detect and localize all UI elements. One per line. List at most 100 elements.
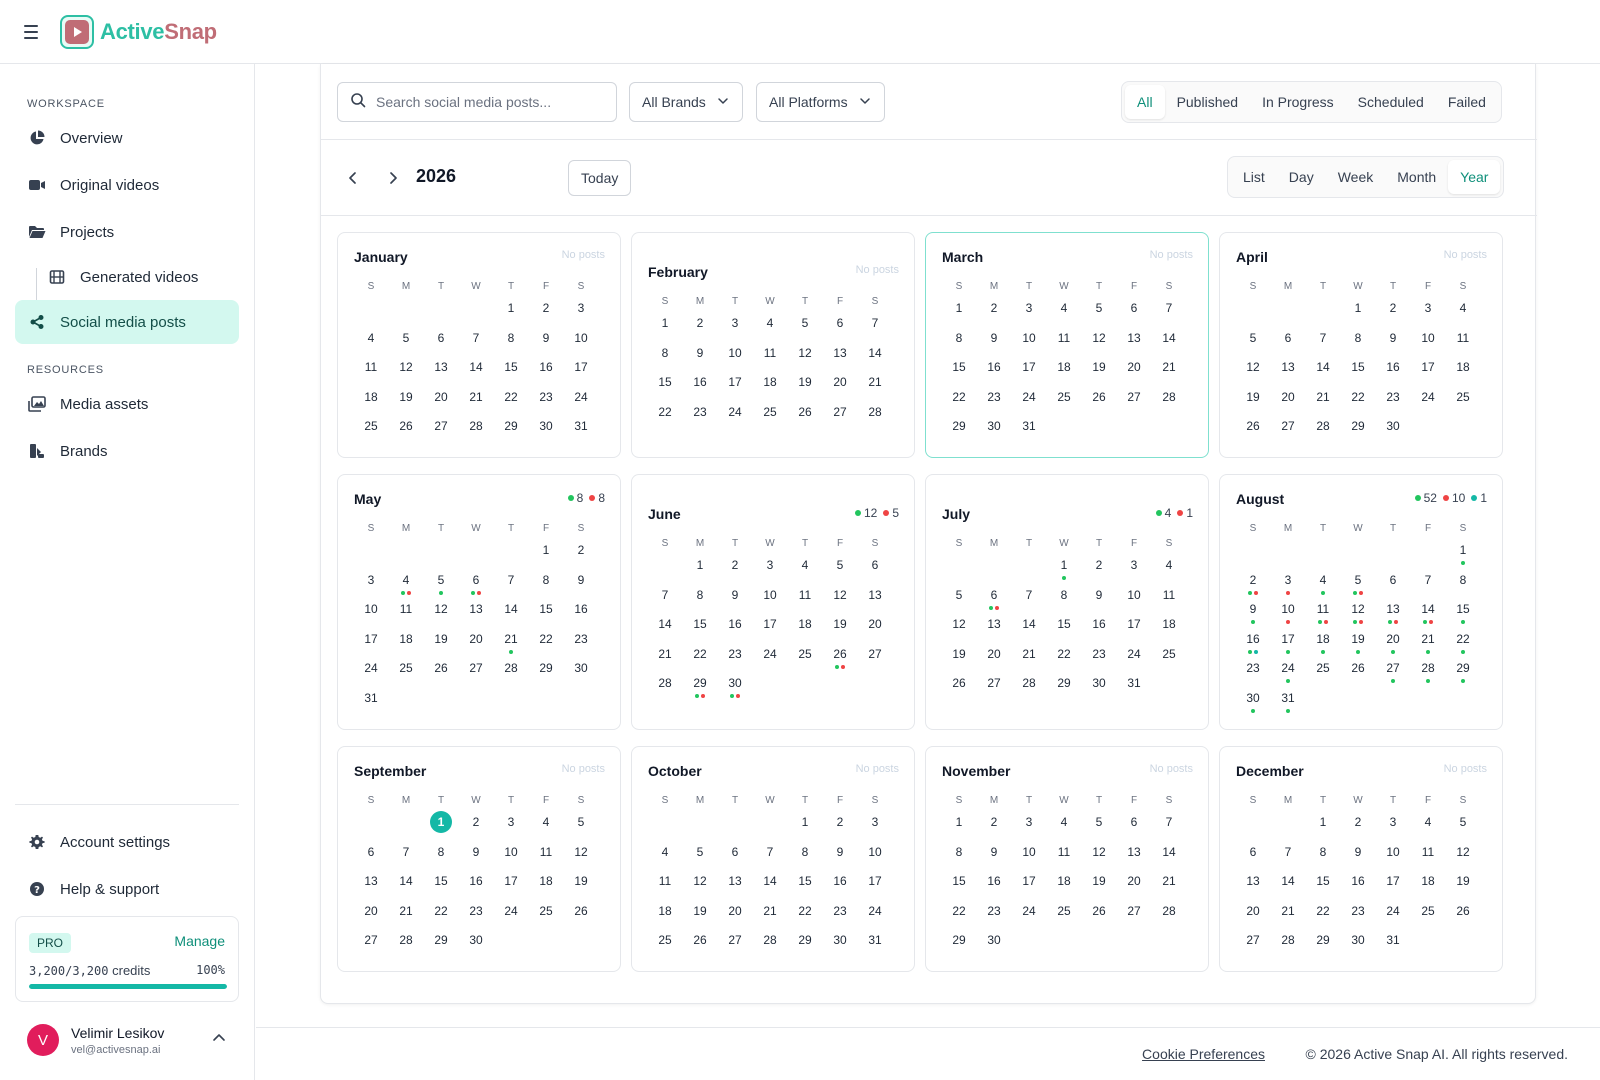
calendar-day[interactable]: 27 xyxy=(1119,900,1149,922)
calendar-day[interactable]: 12 xyxy=(566,841,596,863)
calendar-day[interactable]: 10 xyxy=(356,598,386,620)
calendar-day[interactable]: 9 xyxy=(979,841,1009,863)
calendar-day[interactable]: 22 xyxy=(790,900,820,922)
calendar-day[interactable]: 18 xyxy=(650,900,680,922)
calendar-day[interactable]: 28 xyxy=(860,401,890,423)
calendar-day[interactable]: 4 xyxy=(531,811,561,833)
calendar-day[interactable]: 4 xyxy=(755,312,785,334)
calendar-day[interactable]: 2 xyxy=(566,539,596,561)
calendar-day[interactable]: 7 xyxy=(1014,584,1044,606)
calendar-day[interactable]: 16 xyxy=(566,598,596,620)
calendar-day[interactable]: 10 xyxy=(1014,841,1044,863)
calendar-day[interactable]: 6 xyxy=(1238,841,1268,863)
calendar-day[interactable]: 27 xyxy=(356,929,386,951)
calendar-day[interactable]: 3 xyxy=(1413,297,1443,319)
calendar-day[interactable]: 10 xyxy=(1378,841,1408,863)
calendar-day[interactable]: 22 xyxy=(1308,900,1338,922)
calendar-day[interactable]: 4 xyxy=(356,327,386,349)
sidebar-item-account-settings[interactable]: Account settings xyxy=(15,820,239,864)
calendar-day[interactable]: 23 xyxy=(979,386,1009,408)
calendar-day[interactable]: 6 xyxy=(979,584,1009,610)
calendar-day[interactable]: 6 xyxy=(1273,327,1303,349)
calendar-day[interactable]: 21 xyxy=(391,900,421,922)
calendar-day[interactable]: 11 xyxy=(755,342,785,364)
brand-dropdown[interactable]: All Brands xyxy=(629,82,743,122)
calendar-day[interactable]: 12 xyxy=(426,598,456,620)
calendar-day[interactable]: 2 xyxy=(1084,554,1114,576)
calendar-day[interactable]: 3 xyxy=(720,312,750,334)
calendar-day[interactable]: 23 xyxy=(531,386,561,408)
calendar-day[interactable]: 26 xyxy=(790,401,820,423)
calendar-day[interactable]: 10 xyxy=(1014,327,1044,349)
calendar-day[interactable]: 15 xyxy=(944,356,974,378)
calendar-day[interactable]: 6 xyxy=(461,569,491,595)
calendar-day[interactable]: 14 xyxy=(1308,356,1338,378)
platform-dropdown[interactable]: All Platforms xyxy=(756,82,885,122)
calendar-day[interactable]: 12 xyxy=(1238,356,1268,378)
calendar-day[interactable]: 26 xyxy=(1448,900,1478,922)
calendar-day[interactable]: 24 xyxy=(720,401,750,423)
calendar-day[interactable]: 4 xyxy=(1049,297,1079,319)
calendar-day[interactable]: 24 xyxy=(1014,386,1044,408)
tab-published[interactable]: Published xyxy=(1165,85,1251,119)
calendar-day[interactable]: 7 xyxy=(650,584,680,606)
month-card-june[interactable]: June 12 5 S M T W T F S 1 2 3 4 5 6 7 8 9 10 11 12 13 14 15 16 17 1… xyxy=(631,474,915,730)
calendar-day[interactable]: 15 xyxy=(496,356,526,378)
calendar-day[interactable]: 30 xyxy=(1343,929,1373,951)
calendar-day[interactable]: 20 xyxy=(860,613,890,635)
calendar-day[interactable]: 29 xyxy=(496,415,526,437)
calendar-day[interactable]: 24 xyxy=(1119,643,1149,665)
view-tab-list[interactable]: List xyxy=(1231,160,1277,194)
calendar-day[interactable]: 6 xyxy=(720,841,750,863)
calendar-day[interactable]: 19 xyxy=(1084,870,1114,892)
calendar-day[interactable]: 18 xyxy=(1308,628,1338,654)
calendar-day[interactable]: 18 xyxy=(790,613,820,635)
calendar-day[interactable]: 8 xyxy=(426,841,456,863)
calendar-day[interactable]: 12 xyxy=(1084,841,1114,863)
calendar-day[interactable]: 20 xyxy=(825,371,855,393)
calendar-day[interactable]: 21 xyxy=(1014,643,1044,665)
calendar-day[interactable]: 24 xyxy=(1014,900,1044,922)
calendar-day[interactable]: 29 xyxy=(944,415,974,437)
calendar-day[interactable]: 5 xyxy=(1238,327,1268,349)
calendar-day[interactable]: 11 xyxy=(1049,327,1079,349)
calendar-day[interactable]: 14 xyxy=(1154,327,1184,349)
calendar-day[interactable]: 3 xyxy=(1273,569,1303,595)
calendar-day[interactable]: 28 xyxy=(1273,929,1303,951)
calendar-day[interactable]: 16 xyxy=(720,613,750,635)
calendar-day[interactable]: 13 xyxy=(1119,841,1149,863)
calendar-day[interactable]: 13 xyxy=(1378,598,1408,624)
calendar-day[interactable]: 23 xyxy=(720,643,750,665)
calendar-day[interactable]: 29 xyxy=(531,657,561,679)
calendar-day[interactable]: 1 xyxy=(496,297,526,319)
calendar-day[interactable]: 8 xyxy=(685,584,715,606)
calendar-day[interactable]: 5 xyxy=(426,569,456,595)
calendar-day[interactable]: 26 xyxy=(566,900,596,922)
calendar-day[interactable]: 23 xyxy=(566,628,596,650)
calendar-day[interactable]: 30 xyxy=(979,415,1009,437)
calendar-day[interactable]: 25 xyxy=(1154,643,1184,665)
month-card-april[interactable]: April No posts S M T W T F S 1 2 3 4 5 6 7 8 9 10 11 12 13 14 1… xyxy=(1219,232,1503,458)
calendar-day[interactable]: 29 xyxy=(944,929,974,951)
calendar-day[interactable]: 27 xyxy=(860,643,890,665)
calendar-day[interactable]: 14 xyxy=(391,870,421,892)
calendar-day[interactable]: 16 xyxy=(461,870,491,892)
calendar-day[interactable]: 26 xyxy=(391,415,421,437)
calendar-day[interactable]: 27 xyxy=(1238,929,1268,951)
calendar-day[interactable]: 16 xyxy=(979,356,1009,378)
calendar-day[interactable]: 12 xyxy=(944,613,974,635)
calendar-day[interactable]: 12 xyxy=(1448,841,1478,863)
calendar-day[interactable]: 2 xyxy=(685,312,715,334)
calendar-day[interactable]: 12 xyxy=(685,870,715,892)
calendar-day[interactable]: 31 xyxy=(566,415,596,437)
calendar-day[interactable]: 17 xyxy=(496,870,526,892)
calendar-day[interactable]: 26 xyxy=(1238,415,1268,437)
calendar-day[interactable]: 6 xyxy=(426,327,456,349)
calendar-day[interactable]: 15 xyxy=(944,870,974,892)
calendar-day[interactable]: 30 xyxy=(531,415,561,437)
calendar-day[interactable]: 8 xyxy=(944,327,974,349)
next-year-button[interactable] xyxy=(381,166,405,190)
calendar-day[interactable]: 7 xyxy=(860,312,890,334)
calendar-day[interactable]: 28 xyxy=(1413,657,1443,683)
calendar-day[interactable]: 8 xyxy=(531,569,561,591)
